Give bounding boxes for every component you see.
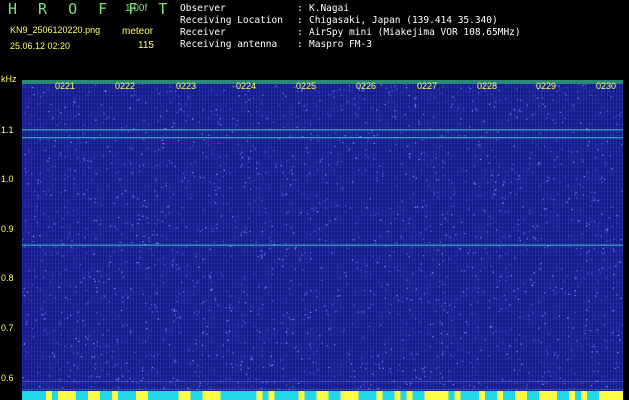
metadata-key: Receiving Location	[180, 15, 283, 26]
metadata-key: Observer	[180, 3, 226, 14]
spectrogram-plot: 0221 0222 0223 0224 0225 0226 0227 0228 …	[22, 80, 623, 400]
y-tick-label: 0.7	[1, 323, 14, 333]
mode-label: meteor	[122, 26, 154, 37]
version-label: 1.00f	[125, 3, 148, 14]
metadata-key: Receiving antenna	[180, 39, 278, 50]
metadata-sep: :	[297, 27, 303, 38]
y-tick-label: 1.0	[1, 174, 14, 184]
metadata-row-antenna: Receiving antenna: Maspro FM-3	[180, 39, 521, 51]
metadata-row-receiver: Receiver: AirSpy mini (Miakejima VOR 108.…	[180, 27, 521, 39]
x-tick-label: 0226	[356, 81, 377, 91]
header-panel: H R O F F T 1.00f KN9_2506120220.png met…	[0, 0, 629, 76]
x-tick-label: 0224	[236, 81, 257, 91]
metadata-value: Maspro FM-3	[309, 39, 372, 50]
x-tick-label: 0223	[176, 81, 197, 91]
y-tick-label: 1.1	[1, 125, 14, 135]
metadata-value: Chigasaki, Japan (139.414 35.340)	[309, 15, 498, 26]
y-tick-label: 0.8	[1, 273, 14, 283]
top-time-bar	[22, 80, 623, 84]
metadata-sep: :	[297, 3, 303, 14]
metadata-sep: :	[297, 15, 303, 26]
bottom-intensity-bar	[22, 391, 623, 400]
x-tick-label: 0227	[417, 81, 438, 91]
count-value: 115	[138, 40, 154, 51]
metadata-row-observer: Observer: K.Nagai	[180, 3, 521, 15]
metadata-sep: :	[297, 39, 303, 50]
y-tick-label: 0.9	[1, 224, 14, 234]
metadata-value: AirSpy mini (Miakejima VOR 108.65MHz)	[309, 27, 521, 38]
x-tick-label: 0222	[115, 81, 136, 91]
file-name: KN9_2506120220.png	[10, 25, 101, 35]
metadata-table: Observer: K.Nagai Receiving Location: Chig…	[180, 3, 521, 51]
y-axis-unit: kHz	[1, 74, 17, 84]
metadata-row-location: Receiving Location: Chigasaki, Japan (139…	[180, 15, 521, 27]
x-tick-label: 0225	[296, 81, 317, 91]
y-tick-label: 0.6	[1, 373, 14, 383]
timestamp: 25.06.12 02:20	[10, 41, 71, 51]
x-tick-label: 0229	[536, 81, 557, 91]
x-tick-label: 0221	[55, 81, 76, 91]
spectrogram-noise	[22, 80, 623, 400]
x-tick-label: 0228	[477, 81, 498, 91]
metadata-key: Receiver	[180, 27, 226, 38]
metadata-value: K.Nagai	[309, 3, 350, 14]
app-title: H R O F F T	[8, 0, 174, 18]
x-tick-label: 0230	[596, 81, 617, 91]
